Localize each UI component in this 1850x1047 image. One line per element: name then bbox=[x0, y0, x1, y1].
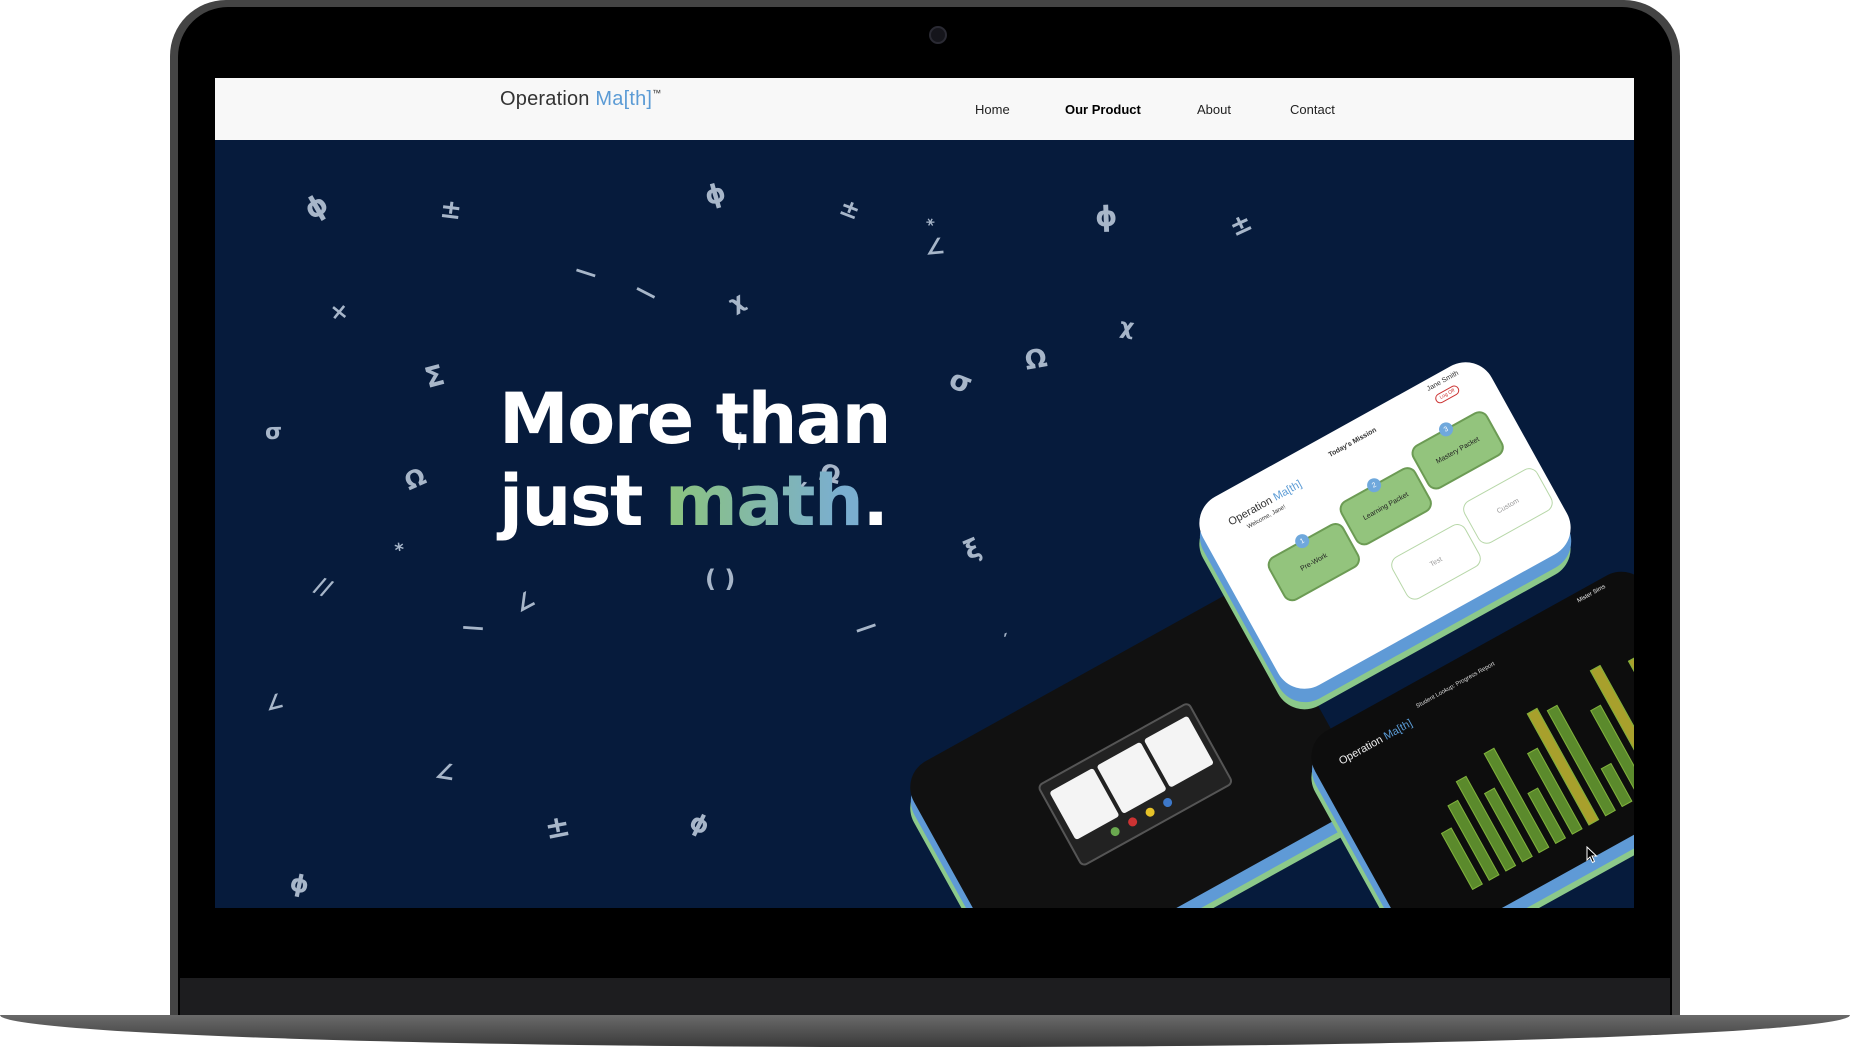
math-symbol: ∠ bbox=[433, 758, 457, 787]
card-label: Pre-Work bbox=[1299, 551, 1329, 573]
hero-line-2-prefix: just bbox=[499, 460, 665, 542]
nav-about[interactable]: About bbox=[1197, 102, 1231, 117]
website-screen: ϕ±ϕ±ϕ±ϕ±ϕ±×××χχΣσσΩΩΩ————∠∠∠∠//( )ξɣ**∤′… bbox=[215, 78, 1634, 908]
mission-card-test: Test bbox=[1387, 520, 1485, 604]
math-symbol: ∠ bbox=[262, 688, 286, 716]
mockup-logo-accent: Ma[th] bbox=[1381, 717, 1415, 743]
mission-card-pre-work: 1 Pre-Work bbox=[1264, 519, 1364, 605]
card-number: 3 bbox=[1436, 419, 1456, 439]
laptop-chin bbox=[180, 978, 1670, 1015]
yellow-status-dot bbox=[1144, 806, 1157, 819]
math-symbol: — bbox=[630, 276, 662, 309]
math-symbol: ( ) bbox=[705, 565, 736, 593]
math-symbol: * bbox=[393, 539, 407, 562]
math-symbol: × bbox=[328, 299, 350, 326]
hero-period: . bbox=[862, 460, 889, 542]
math-symbol: ξ bbox=[959, 533, 986, 567]
math-symbol: σ bbox=[944, 362, 978, 401]
math-symbol: χ bbox=[724, 288, 750, 317]
math-symbol: ′ bbox=[1001, 629, 1013, 652]
laptop-base bbox=[0, 1015, 1850, 1047]
hero-line-2: just math. bbox=[499, 460, 890, 542]
math-symbol: σ bbox=[264, 419, 283, 446]
math-symbol: χ bbox=[1118, 314, 1136, 341]
mission-card-learning-packet: 2 Learning Packet bbox=[1336, 463, 1436, 549]
math-symbol: Ω bbox=[400, 462, 431, 496]
webcam-icon bbox=[929, 26, 947, 44]
blue-status-dot bbox=[1161, 796, 1174, 809]
mission-title: Today's Mission bbox=[1327, 426, 1378, 459]
math-symbol: ∠ bbox=[510, 586, 540, 619]
hero-line-1: More than bbox=[499, 378, 891, 460]
mockup-logo-prefix: Operation bbox=[1336, 732, 1388, 768]
trademark-mark: ™ bbox=[652, 88, 662, 98]
hero-accent-word: math bbox=[664, 460, 864, 542]
math-symbol: ∠ bbox=[923, 234, 946, 261]
card-number: 2 bbox=[1364, 475, 1384, 495]
math-symbol: ± bbox=[541, 807, 574, 848]
card-label: Mastery Packet bbox=[1434, 435, 1481, 466]
math-symbol: Σ bbox=[421, 358, 449, 395]
card-number: 1 bbox=[1292, 531, 1312, 551]
site-logo[interactable]: Operation Ma[th]™ bbox=[500, 88, 661, 111]
math-symbol: ϕ bbox=[287, 868, 312, 900]
math-symbol: ± bbox=[1224, 206, 1258, 244]
card-label: Learning Packet bbox=[1361, 490, 1410, 522]
site-header: Operation Ma[th]™ Home Our Product About… bbox=[215, 78, 1634, 140]
question-panel-screen bbox=[1036, 701, 1235, 868]
red-status-dot bbox=[1126, 815, 1139, 829]
math-symbol: — bbox=[851, 612, 881, 643]
math-symbol: Ω bbox=[1022, 343, 1050, 377]
math-symbol: ϕ bbox=[701, 177, 730, 213]
hero-headline: More than just math. bbox=[499, 378, 891, 542]
nav-our-product[interactable]: Our Product bbox=[1065, 102, 1141, 117]
math-symbol: ± bbox=[438, 193, 464, 227]
math-symbol: ϕ bbox=[684, 807, 715, 841]
math-symbol: ϕ bbox=[1094, 199, 1118, 234]
math-symbol: // bbox=[310, 572, 336, 603]
mission-card-mastery-packet: 3 Mastery Packet bbox=[1407, 407, 1508, 494]
math-symbol: — bbox=[571, 257, 601, 288]
green-status-dot bbox=[1109, 825, 1122, 838]
logo-accent: Ma[th] bbox=[595, 88, 653, 110]
math-symbol: ϕ bbox=[298, 186, 335, 227]
mission-card-custom: Custom bbox=[1459, 464, 1557, 548]
pointer-arrow-icon bbox=[1586, 846, 1598, 864]
mockup-logo-accent: Ma[th] bbox=[1271, 478, 1304, 504]
math-symbol: ± bbox=[835, 192, 865, 226]
nav-contact[interactable]: Contact bbox=[1290, 102, 1335, 117]
chart-bar bbox=[1627, 655, 1634, 771]
nav-home[interactable]: Home bbox=[975, 102, 1010, 117]
math-symbol: * bbox=[921, 214, 938, 235]
math-symbol: — bbox=[461, 614, 485, 641]
logo-prefix: Operation bbox=[500, 88, 596, 110]
